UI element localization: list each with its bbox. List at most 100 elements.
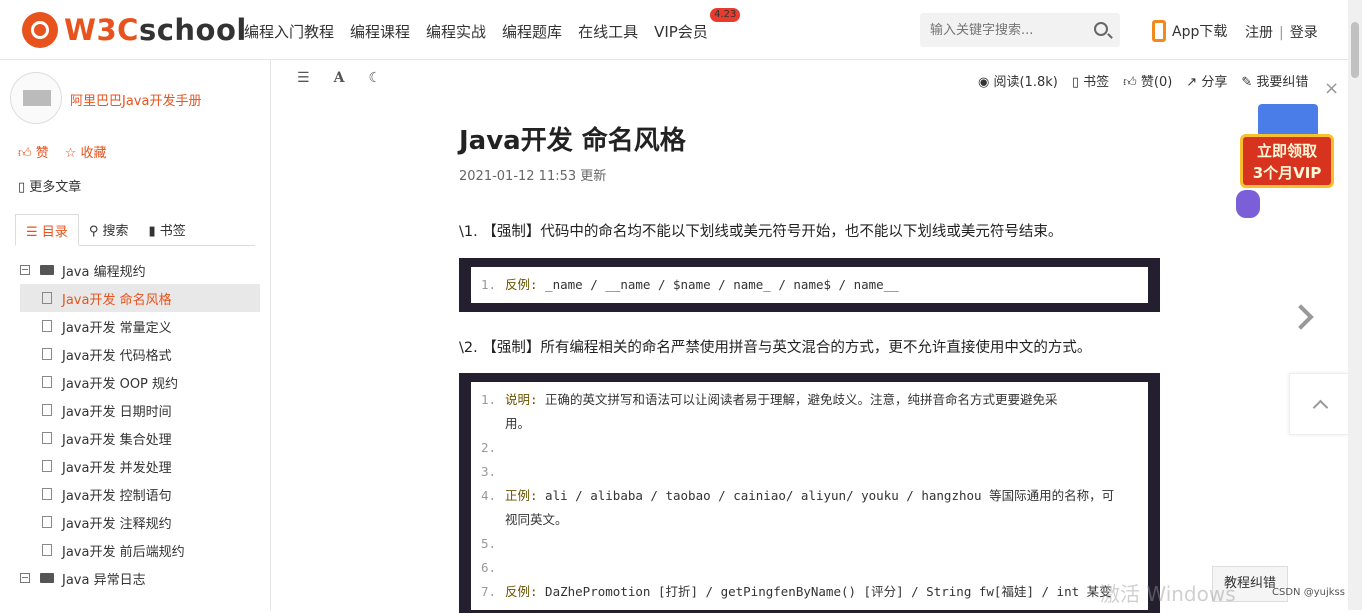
code-line: 5. xyxy=(481,532,1138,556)
code-label: 正例: xyxy=(505,488,538,503)
toc-item-comments[interactable]: Java开发 注释规约 xyxy=(20,508,260,536)
toc-item-label: Java开发 并发处理 xyxy=(62,460,172,476)
nav-item-questions[interactable]: 编程题库 xyxy=(502,21,562,42)
login-link[interactable]: 登录 xyxy=(1290,25,1318,41)
bookmark-button[interactable]: ▯ 书签 xyxy=(1072,71,1109,90)
article-actions: ◉ 阅读(1.8k) ▯ 书签 👍︎ 赞(0) ↗ 分享 ✎ 我要纠错 xyxy=(978,71,1308,90)
toc-item-label: Java开发 集合处理 xyxy=(62,432,172,448)
code-line: 6. xyxy=(481,556,1138,580)
tab-search-label: 搜索 xyxy=(102,224,129,239)
document-icon xyxy=(42,376,52,388)
code-block-1: 1. 反例: _name / __name / $name / name_ / n… xyxy=(459,258,1160,312)
code-block-1-content: 1. 反例: _name / __name / $name / name_ / n… xyxy=(471,267,1148,303)
document-icon xyxy=(42,348,52,360)
report-error-button[interactable]: ✎ 我要纠错 xyxy=(1241,71,1308,90)
document-icon xyxy=(42,544,52,556)
like-article-label: 赞(0) xyxy=(1140,75,1173,90)
toc-item-format[interactable]: Java开发 代码格式 xyxy=(20,340,260,368)
like-button[interactable]: 👍︎ 赞 xyxy=(18,142,49,161)
search-input[interactable] xyxy=(920,13,1080,47)
auth-links: 注册 | 登录 xyxy=(1245,22,1318,42)
list-icon: ☰ xyxy=(26,225,42,240)
toc-folder-java-coding[interactable]: Java 编程规约 xyxy=(20,256,260,284)
code-content: ali / alibaba / taobao / cainiao/ aliyun… xyxy=(537,488,1115,503)
collapse-icon[interactable] xyxy=(20,265,30,275)
night-mode-icon[interactable]: ☾ xyxy=(368,70,381,86)
promo-line-2: 3个月VIP xyxy=(1252,164,1322,182)
collect-label: 收藏 xyxy=(80,146,107,161)
folder-icon xyxy=(40,573,54,583)
document-icon xyxy=(42,516,52,528)
toc-item-label: Java开发 代码格式 xyxy=(62,348,172,364)
collapse-icon[interactable] xyxy=(20,573,30,583)
tab-search[interactable]: ⚲ 搜索 xyxy=(79,214,139,245)
book-title[interactable]: 阿里巴巴Java开发手册 xyxy=(70,90,201,109)
code-content: _name / __name / $name / name_ / name$ /… xyxy=(537,277,899,292)
share-button[interactable]: ↗ 分享 xyxy=(1186,71,1227,90)
toc-item-naming[interactable]: Java开发 命名风格 xyxy=(20,284,260,312)
toc-item-label: Java开发 命名风格 xyxy=(62,292,172,308)
search-box xyxy=(920,13,1120,47)
code-line: 7. 反例: DaZhePromotion [打折] / getPingfenBy… xyxy=(481,580,1138,604)
code-label: 说明: xyxy=(505,392,538,407)
auth-separator: | xyxy=(1279,25,1284,41)
close-icon[interactable]: × xyxy=(1324,78,1339,99)
line-number: 2. xyxy=(481,440,497,455)
bookmark-icon: ▮ xyxy=(148,224,160,239)
article-header: Java开发 命名风格 2021-01-12 11:53 更新 xyxy=(459,120,1161,184)
tab-bookmarks[interactable]: ▮ 书签 xyxy=(138,214,195,245)
code-text: 反例: DaZhePromotion [打折] / getPingfenByNa… xyxy=(505,580,1112,604)
next-article-chevron-icon[interactable] xyxy=(1288,304,1314,330)
mascot-figure xyxy=(1236,190,1260,218)
line-number xyxy=(481,412,505,436)
toc-item-label: Java开发 控制语句 xyxy=(62,488,172,504)
toc-item-datetime[interactable]: Java开发 日期时间 xyxy=(20,396,260,424)
main-nav: 编程入门教程 编程课程 编程实战 编程题库 在线工具 VIP会员 4.23 xyxy=(244,8,741,42)
scrollbar-thumb[interactable] xyxy=(1351,22,1359,78)
toc-item-constants[interactable]: Java开发 常量定义 xyxy=(20,312,260,340)
article-date: 2021-01-12 11:53 更新 xyxy=(459,169,607,184)
toc-item-oop[interactable]: Java开发 OOP 规约 xyxy=(20,368,260,396)
font-size-icon[interactable]: A xyxy=(334,70,345,86)
more-articles-link[interactable]: ▯ 更多文章 xyxy=(18,176,81,195)
line-number: 4. xyxy=(481,488,497,503)
nav-item-vip-label: VIP会员 xyxy=(654,23,708,41)
line-number: 6. xyxy=(481,560,497,575)
back-to-top-button[interactable] xyxy=(1289,373,1349,435)
vip-promo-popup[interactable]: × 立即领取 3个月VIP xyxy=(1232,78,1342,224)
code-line: 3. xyxy=(481,460,1138,484)
toc-folder-exceptions[interactable]: Java 异常日志 xyxy=(20,564,260,592)
toc-item-label: Java 异常日志 xyxy=(62,572,146,588)
code-line: 用。 xyxy=(481,412,1138,436)
document-icon xyxy=(42,320,52,332)
code-line: 2. xyxy=(481,436,1138,460)
app-download-link[interactable]: App下载 xyxy=(1152,20,1227,42)
list-view-icon[interactable]: ☰ xyxy=(297,70,310,86)
article-title: Java开发 命名风格 xyxy=(459,126,686,156)
toc-item-frontend-backend[interactable]: Java开发 前后端规约 xyxy=(20,536,260,564)
collect-button[interactable]: ☆ 收藏 xyxy=(65,142,107,161)
nav-item-intro[interactable]: 编程入门教程 xyxy=(244,21,334,42)
toc-item-collections[interactable]: Java开发 集合处理 xyxy=(20,424,260,452)
nav-item-courses[interactable]: 编程课程 xyxy=(350,21,410,42)
toc-item-control[interactable]: Java开发 控制语句 xyxy=(20,480,260,508)
search-icon[interactable] xyxy=(1094,22,1108,36)
bookmark-outline-icon: ▯ xyxy=(18,180,30,195)
tab-toc[interactable]: ☰ 目录 xyxy=(15,214,79,246)
like-article-button[interactable]: 👍︎ 赞(0) xyxy=(1123,71,1172,90)
site-logo[interactable]: W3Cschool xyxy=(22,12,247,48)
code-label: 反例: xyxy=(505,584,538,599)
thumbs-up-icon: 👍︎ xyxy=(1123,75,1141,90)
page-scrollbar[interactable] xyxy=(1348,0,1362,610)
nav-item-vip[interactable]: VIP会员 4.23 xyxy=(654,8,741,42)
code-label: 反例: xyxy=(505,277,538,292)
line-number: 1. xyxy=(481,392,497,407)
book-cover-avatar[interactable] xyxy=(10,72,62,124)
nav-item-tools[interactable]: 在线工具 xyxy=(578,21,638,42)
vip-promo-banner[interactable]: 立即领取 3个月VIP xyxy=(1240,134,1334,188)
register-link[interactable]: 注册 xyxy=(1245,25,1273,41)
top-navbar: W3Cschool 编程入门教程 编程课程 编程实战 编程题库 在线工具 VIP… xyxy=(0,0,1362,60)
toc-item-label: Java开发 前后端规约 xyxy=(62,544,185,560)
nav-item-practice[interactable]: 编程实战 xyxy=(426,21,486,42)
toc-item-concurrency[interactable]: Java开发 并发处理 xyxy=(20,452,260,480)
